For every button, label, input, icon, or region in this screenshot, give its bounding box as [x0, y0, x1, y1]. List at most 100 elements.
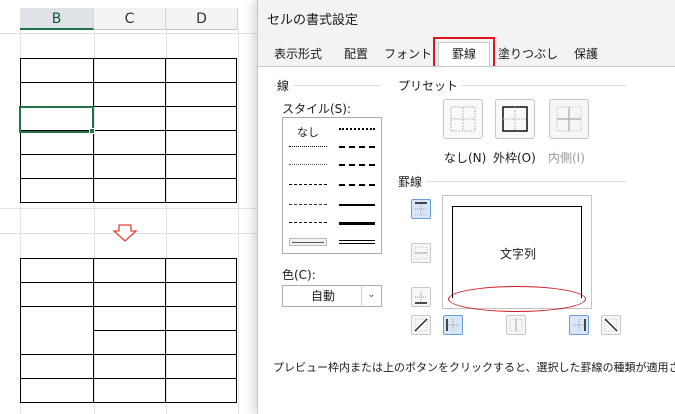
line-group-label: 線	[277, 77, 294, 94]
line-style-option[interactable]	[339, 184, 375, 186]
color-dropdown[interactable]: 自動 ⌄	[282, 285, 382, 307]
line-style-none[interactable]: なし	[297, 124, 319, 140]
line-style-option[interactable]	[289, 222, 327, 223]
table-cell[interactable]	[165, 154, 237, 179]
border-left-button[interactable]	[443, 315, 463, 335]
dialog-title-bar[interactable]: セルの書式設定	[258, 0, 675, 36]
preset-inside-label: 内側(I)	[548, 151, 585, 165]
line-style-option-selected[interactable]	[289, 238, 327, 246]
missing-bottom-border-annotation	[448, 286, 586, 312]
fill-handle[interactable]	[89, 128, 95, 134]
table-cell[interactable]	[165, 106, 237, 131]
preview-text: 文字列	[499, 247, 536, 261]
border-left-icon	[446, 319, 459, 331]
tab-protection[interactable]: 保護	[564, 42, 608, 66]
table-cell[interactable]	[93, 58, 166, 83]
table-cell[interactable]	[93, 354, 166, 379]
line-style-option[interactable]	[339, 164, 375, 166]
preset-none-button[interactable]	[443, 99, 483, 139]
gridline	[0, 33, 260, 34]
instruction-text: プレビュー枠内または上のボタンをクリックすると、選択した罫線の種類が適用されます…	[273, 361, 675, 374]
table-cell[interactable]	[20, 154, 94, 179]
border-group-label: 罫線	[398, 173, 427, 190]
table-cell[interactable]	[165, 82, 237, 107]
table-cell[interactable]	[93, 258, 166, 283]
gridline	[0, 208, 260, 209]
line-style-option[interactable]	[339, 146, 375, 148]
table-cell[interactable]	[93, 154, 166, 179]
border-right-icon	[573, 319, 586, 331]
line-style-option[interactable]	[339, 204, 375, 206]
table-cell[interactable]	[20, 178, 94, 203]
border-inside-vertical-button[interactable]	[506, 315, 526, 335]
tab-font[interactable]: フォント	[380, 42, 436, 66]
column-header-d[interactable]: D	[166, 8, 238, 30]
tab-alignment[interactable]: 配置	[334, 42, 378, 66]
table-cell[interactable]	[20, 130, 94, 155]
border-diagonal-down-button[interactable]	[601, 315, 621, 335]
line-style-option[interactable]	[289, 146, 327, 147]
preset-outline-button[interactable]	[495, 99, 535, 139]
dialog-title: セルの書式設定	[267, 13, 359, 28]
color-value: 自動	[310, 289, 335, 303]
preset-outline-label: 外枠(O)	[493, 151, 536, 165]
table-cell[interactable]	[20, 82, 94, 107]
border-inside-horizontal-button[interactable]	[411, 243, 431, 263]
table-cell[interactable]	[93, 330, 166, 355]
border-top-icon	[415, 202, 427, 216]
tab-number-format[interactable]: 表示形式	[264, 42, 332, 66]
chevron-down-icon[interactable]: ⌄	[361, 286, 381, 306]
table-cell[interactable]	[93, 130, 166, 155]
table-cell[interactable]	[93, 82, 166, 107]
preset-outline-icon	[502, 106, 528, 132]
line-style-option[interactable]	[339, 128, 375, 130]
border-tab-panel: 線 スタイル(S): なし 色(C): 自動 ⌄ プリセット なし(N) 外枠(…	[258, 66, 675, 414]
table-cell[interactable]	[93, 106, 166, 131]
border-bottom-button[interactable]	[411, 287, 431, 307]
border-diagonal-up-button[interactable]	[411, 315, 431, 335]
table-cell[interactable]	[165, 178, 237, 203]
column-header-b[interactable]: B	[20, 8, 94, 30]
border-right-button[interactable]	[569, 315, 589, 335]
table-cell[interactable]	[20, 354, 94, 379]
table-cell[interactable]	[165, 354, 237, 379]
table-cell-merged[interactable]	[20, 306, 94, 355]
table-cell[interactable]	[93, 178, 166, 203]
table-cell[interactable]	[93, 306, 166, 331]
preview-cell-box: 文字列	[452, 206, 582, 298]
table-cell[interactable]	[20, 282, 94, 307]
table-cell[interactable]	[165, 58, 237, 83]
table-cell[interactable]	[165, 378, 237, 403]
active-cell[interactable]	[19, 106, 94, 133]
color-label: 色(C):	[282, 266, 320, 283]
tab-fill[interactable]: 塗りつぶし	[494, 42, 562, 66]
style-label: スタイル(S):	[282, 100, 356, 117]
line-style-option[interactable]	[289, 164, 327, 165]
border-diagonal-up-icon	[414, 318, 428, 332]
line-style-option[interactable]	[289, 184, 327, 185]
border-diagonal-down-icon	[604, 318, 618, 332]
table-cell[interactable]	[165, 306, 237, 331]
column-header-c[interactable]: C	[94, 8, 166, 30]
table-cell[interactable]	[165, 258, 237, 283]
table-cell[interactable]	[93, 282, 166, 307]
table-cell[interactable]	[93, 378, 166, 403]
table-cell[interactable]	[20, 258, 94, 283]
down-arrow-icon	[112, 224, 138, 242]
table-cell[interactable]	[165, 130, 237, 155]
line-style-list[interactable]: なし	[282, 117, 382, 254]
line-style-option[interactable]	[339, 240, 375, 244]
line-style-option[interactable]	[339, 222, 375, 225]
border-inside-horizontal-icon	[414, 246, 428, 260]
line-style-option[interactable]	[289, 204, 327, 205]
gridline	[238, 30, 239, 414]
border-top-button[interactable]	[411, 199, 431, 219]
table-cell[interactable]	[165, 282, 237, 307]
table-cell[interactable]	[20, 378, 94, 403]
preset-inside-button[interactable]	[549, 99, 589, 139]
border-inside-vertical-icon	[509, 318, 523, 332]
preset-none-label: なし(N)	[444, 151, 487, 165]
table-cell[interactable]	[20, 58, 94, 83]
preset-none-icon	[450, 106, 476, 132]
table-cell[interactable]	[165, 330, 237, 355]
